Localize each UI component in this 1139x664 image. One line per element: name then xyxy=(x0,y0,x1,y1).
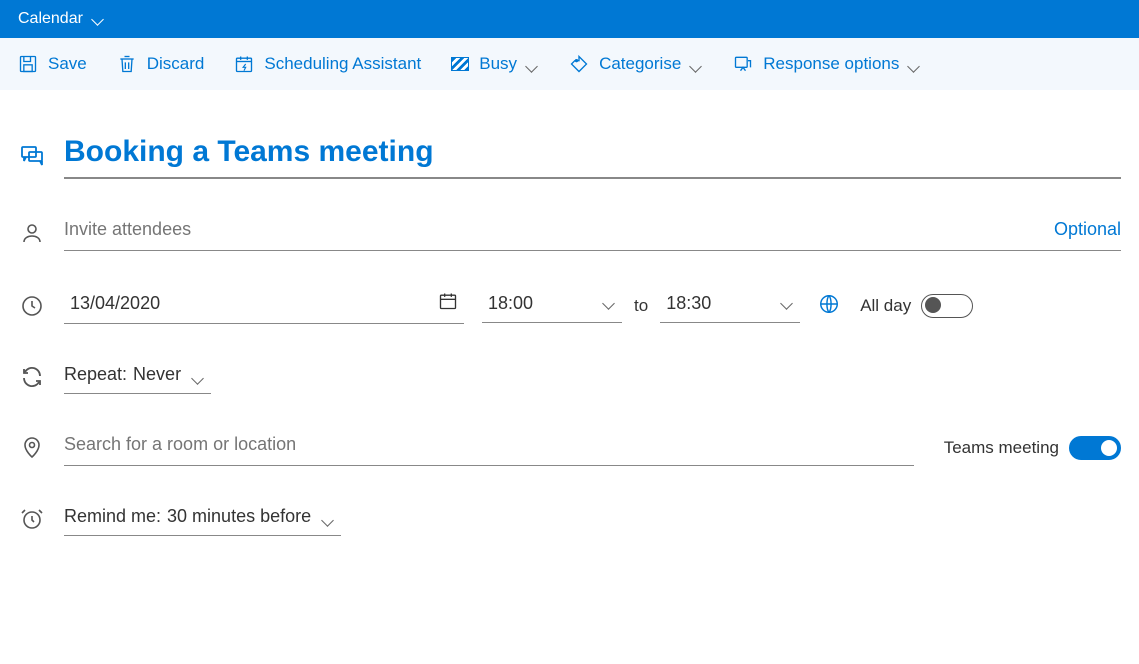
response-icon xyxy=(733,54,753,74)
datetime-row: 13/04/2020 18:00 to 18:30 xyxy=(18,287,1121,324)
date-value: 13/04/2020 xyxy=(70,293,160,314)
discard-label: Discard xyxy=(147,54,205,74)
alarm-icon xyxy=(18,507,46,531)
repeat-value: Never xyxy=(133,364,181,385)
calendar-icon xyxy=(438,291,458,315)
chevron-down-icon xyxy=(527,58,539,70)
teams-meeting-toggle[interactable] xyxy=(1069,436,1121,460)
trash-icon xyxy=(117,54,137,74)
chevron-down-icon xyxy=(193,369,205,381)
attendees-row: Optional xyxy=(18,215,1121,251)
attendees-input[interactable] xyxy=(64,219,1054,240)
repeat-icon xyxy=(18,365,46,389)
repeat-row: Repeat: Never xyxy=(18,360,1121,394)
chevron-down-icon xyxy=(323,511,335,523)
categorise-label: Categorise xyxy=(599,54,681,74)
start-time-picker[interactable]: 18:00 xyxy=(482,289,622,323)
optional-link[interactable]: Optional xyxy=(1054,219,1121,240)
clock-icon xyxy=(18,294,46,318)
event-title-input[interactable] xyxy=(64,131,1121,179)
categorise-dropdown[interactable]: Categorise xyxy=(569,54,703,74)
person-icon xyxy=(18,221,46,245)
toolbar: Save Discard Scheduling Assistant Busy xyxy=(0,38,1139,91)
busy-label: Busy xyxy=(479,54,517,74)
discard-button[interactable]: Discard xyxy=(117,54,205,74)
chevron-down-icon[interactable] xyxy=(93,13,105,25)
scheduling-assistant-button[interactable]: Scheduling Assistant xyxy=(234,54,421,74)
response-options-dropdown[interactable]: Response options xyxy=(733,54,921,74)
busy-dropdown[interactable]: Busy xyxy=(451,54,539,74)
attendees-field[interactable]: Optional xyxy=(64,215,1121,251)
all-day-label: All day xyxy=(860,296,911,316)
repeat-label: Repeat: xyxy=(64,364,127,385)
chevron-down-icon xyxy=(782,297,794,309)
location-field[interactable] xyxy=(64,430,914,466)
chevron-down-icon xyxy=(691,58,703,70)
start-time-value: 18:00 xyxy=(488,293,533,314)
calendar-bolt-icon xyxy=(234,54,254,74)
end-time-value: 18:30 xyxy=(666,293,711,314)
save-label: Save xyxy=(48,54,87,74)
remind-label: Remind me: xyxy=(64,506,161,527)
timezone-icon[interactable] xyxy=(818,293,840,319)
save-button[interactable]: Save xyxy=(18,54,87,74)
repeat-dropdown[interactable]: Repeat: Never xyxy=(64,360,211,394)
titlebar: Calendar xyxy=(0,0,1139,38)
all-day-toggle[interactable] xyxy=(921,294,973,318)
scheduling-label: Scheduling Assistant xyxy=(264,54,421,74)
save-icon xyxy=(18,54,38,74)
chevron-down-icon xyxy=(909,58,921,70)
response-label: Response options xyxy=(763,54,899,74)
remind-row: Remind me: 30 minutes before xyxy=(18,502,1121,536)
teams-meeting-label: Teams meeting xyxy=(944,438,1059,458)
date-picker[interactable]: 13/04/2020 xyxy=(64,287,464,324)
tag-icon xyxy=(569,54,589,74)
end-time-picker[interactable]: 18:30 xyxy=(660,289,800,323)
titlebar-label[interactable]: Calendar xyxy=(18,10,83,28)
chat-icon xyxy=(18,143,46,167)
remind-value: 30 minutes before xyxy=(167,506,311,527)
event-form: Optional 13/04/2020 18:00 xyxy=(0,91,1139,556)
to-label: to xyxy=(634,296,648,316)
location-icon xyxy=(18,436,46,460)
chevron-down-icon xyxy=(604,297,616,309)
busy-icon xyxy=(451,57,469,71)
title-row xyxy=(18,131,1121,179)
location-row: Teams meeting xyxy=(18,430,1121,466)
reminder-dropdown[interactable]: Remind me: 30 minutes before xyxy=(64,502,341,536)
location-input[interactable] xyxy=(64,434,914,455)
